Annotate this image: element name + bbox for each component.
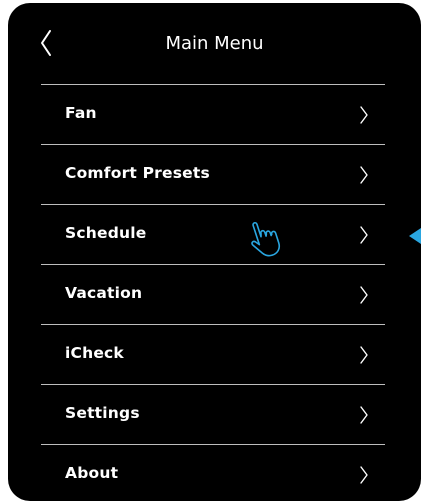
chevron-right-icon — [360, 286, 368, 304]
chevron-right-icon — [360, 466, 368, 484]
menu-item-label: Vacation — [65, 284, 143, 302]
menu-item-about[interactable]: About — [41, 445, 385, 501]
page-title: Main Menu — [165, 33, 264, 54]
main-menu-list: Fan Comfort Presets Schedule Vacation iC… — [41, 84, 385, 501]
menu-item-label: Comfort Presets — [65, 164, 210, 182]
chevron-right-icon — [360, 166, 368, 184]
menu-item-settings[interactable]: Settings — [41, 385, 385, 445]
pointing-hand-icon — [251, 221, 281, 257]
menu-item-label: Schedule — [65, 224, 147, 242]
chevron-right-icon — [360, 226, 368, 244]
chevron-right-icon — [360, 406, 368, 424]
chevron-right-icon — [360, 106, 368, 124]
menu-item-fan[interactable]: Fan — [41, 85, 385, 145]
menu-item-comfort-presets[interactable]: Comfort Presets — [41, 145, 385, 205]
menu-item-label: About — [65, 464, 119, 482]
chevron-right-icon — [360, 346, 368, 364]
arrow-tab-icon — [409, 228, 421, 244]
menu-item-vacation[interactable]: Vacation — [41, 265, 385, 325]
menu-item-icheck[interactable]: iCheck — [41, 325, 385, 385]
menu-item-label: Settings — [65, 404, 140, 422]
menu-item-schedule[interactable]: Schedule — [41, 205, 385, 265]
thermostat-screen: Main Menu Fan Comfort Presets Schedule V… — [8, 3, 421, 501]
menu-item-label: Fan — [65, 104, 97, 122]
header: Main Menu — [8, 3, 421, 83]
menu-item-label: iCheck — [65, 344, 124, 362]
